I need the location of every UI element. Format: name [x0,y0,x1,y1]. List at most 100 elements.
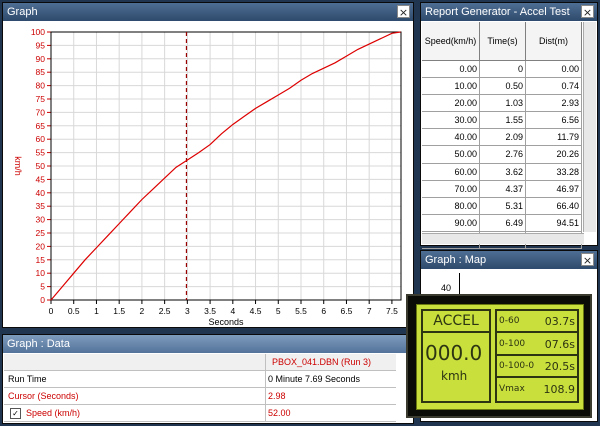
x-tick-label: 4.5 [250,306,262,316]
report-row[interactable]: 10.00 0.50 0.74 [422,78,582,96]
x-tick-label: 6.5 [341,306,353,316]
lcd-stat-label: 0-100-0 [499,361,535,371]
run-time-label: Run Time [8,374,47,384]
y-tick-label: 45 [36,174,46,184]
y-tick-label: 25 [36,228,46,238]
lcd-stat-row: 0-60 03.7s [497,311,577,333]
report-speed-cell: 10.00 [422,78,480,95]
cursor-value: 2.98 [268,391,286,401]
lcd-speed-value: 000.0 [425,341,483,365]
report-row[interactable]: 70.00 4.37 46.97 [422,180,582,198]
data-titlebar[interactable]: Graph : Data [3,335,413,353]
report-dist-cell: 46.97 [526,180,582,197]
report-table-header: Speed(km/h) Time(s) Dist(m) [422,22,582,61]
y-axis-label: km/h [13,156,23,176]
y-tick-label: 85 [36,67,46,77]
report-dist-cell: 6.56 [526,112,582,129]
y-tick-label: 10 [36,268,46,278]
graph-titlebar[interactable]: Graph × [3,3,413,21]
lcd-stat-label: Vmax [499,383,525,394]
lcd-stat-label: 0-100 [499,338,526,349]
report-time-cell: 6.49 [480,214,526,231]
lcd-screen: ACCEL 000.0 kmh 0-60 03.7s 0-100 07.6s 0-100… [416,304,584,410]
x-tick-label: 3 [185,306,190,316]
report-row[interactable]: 60.00 3.62 33.28 [422,163,582,181]
report-time-cell: 1.03 [480,95,526,112]
report-time-cell: 2.76 [480,146,526,163]
report-time-cell: 0.50 [480,78,526,95]
col-speed-header[interactable]: Speed(km/h) [422,22,480,60]
y-tick-label: 90 [36,54,46,64]
report-row[interactable]: 90.00 6.49 94.51 [422,214,582,232]
report-time-cell: 2.09 [480,129,526,146]
data-row-cursor: Cursor (Seconds) 2.98 [4,388,396,405]
speed-label: Speed (km/h) [26,408,81,418]
lcd-stat-value: 03.7s [544,315,575,328]
col-time-header[interactable]: Time(s) [480,22,526,60]
report-vertical-scrollbar[interactable] [583,22,596,232]
report-speed-cell: 40.00 [422,129,480,146]
y-tick-label: 5 [40,282,45,292]
lcd-mode-label: ACCEL [423,313,489,333]
graph-close-button[interactable]: × [397,5,410,19]
y-tick-label: 35 [36,201,46,211]
y-tick-label: 30 [36,215,46,225]
y-tick-label: 95 [36,40,46,50]
data-file-header[interactable]: PBOX_041.DBN (Run 3) [272,354,371,370]
lcd-stat-row: Vmax 108.9 [497,379,577,401]
report-time-cell: 5.31 [480,197,526,214]
report-row[interactable]: 40.00 2.09 11.79 [422,129,582,147]
report-time-cell: 1.55 [480,112,526,129]
report-horizontal-scrollbar[interactable] [422,233,584,244]
x-tick-label: 1.5 [113,306,125,316]
lcd-stat-row: 0-100-0 20.5s [497,356,577,378]
speed-checkbox[interactable]: ✓ [10,408,21,419]
map-close-button[interactable]: × [581,253,594,267]
speed-time-chart[interactable]: 0510152025303540455055606570758085909510… [3,22,413,328]
y-tick-label: 55 [36,148,46,158]
x-tick-label: 1 [94,306,99,316]
data-header-row: PBOX_041.DBN (Run 3) [4,354,396,371]
x-tick-label: 4 [230,306,235,316]
report-row[interactable]: 50.00 2.76 20.26 [422,146,582,164]
run-time-value: 0 Minute 7.69 Seconds [268,374,361,384]
report-speed-cell: 20.00 [422,95,480,112]
lcd-stat-row: 0-100 07.6s [497,334,577,356]
col-dist-header[interactable]: Dist(m) [526,22,582,60]
map-titlebar[interactable]: Graph : Map × [421,251,597,269]
speed-value: 52.00 [268,408,291,418]
report-row[interactable]: 30.00 1.55 6.56 [422,112,582,130]
report-titlebar[interactable]: Report Generator - Accel Test × [421,3,597,21]
report-dist-cell: 66.40 [526,197,582,214]
x-tick-label: 7 [367,306,372,316]
report-dist-cell: 2.93 [526,95,582,112]
lcd-stat-value: 108.9 [543,382,576,396]
x-tick-label: 2.5 [159,306,171,316]
graph-window: Graph × 0 5 10 15 20 25 30 35 40 45 50 55 60 65 70 75 80… [2,2,414,328]
lcd-speed-unit: kmh [441,369,468,383]
y-tick-label: 60 [36,134,46,144]
report-dist-cell: 11.79 [526,129,582,146]
report-dist-cell: 0.00 [526,61,582,78]
y-tick-label: 0 [40,295,45,305]
data-row-run-time: Run Time 0 Minute 7.69 Seconds [4,371,396,388]
report-table-body: 0.00 0 0.00 10.00 0.50 0.74 20.00 1.03 2.93 30.00… [422,61,582,250]
y-tick-label: 20 [36,241,46,251]
data-table: PBOX_041.DBN (Run 3) Run Time 0 Minute 7… [4,354,396,422]
report-dist-cell: 94.51 [526,214,582,231]
y-tick-label: 15 [36,255,46,265]
data-title: Graph : Data [7,338,70,350]
map-title: Graph : Map [425,254,487,266]
report-time-cell: 4.37 [480,180,526,197]
report-row[interactable]: 80.00 5.31 66.40 [422,197,582,215]
data-row-speed: ✓ Speed (km/h) 52.00 [4,405,396,422]
report-row[interactable]: 0.00 0 0.00 [422,61,582,79]
report-dist-cell: 20.26 [526,146,582,163]
x-tick-label: 2 [140,306,145,316]
report-window: Report Generator - Accel Test × Speed(km… [420,2,598,250]
lcd-display-photo: ACCEL 000.0 kmh 0-60 03.7s 0-100 07.6s 0-100… [406,294,592,418]
lcd-stat-value: 07.6s [544,337,575,351]
report-speed-cell: 50.00 [422,146,480,163]
report-row[interactable]: 20.00 1.03 2.93 [422,95,582,113]
report-close-button[interactable]: × [581,5,594,19]
